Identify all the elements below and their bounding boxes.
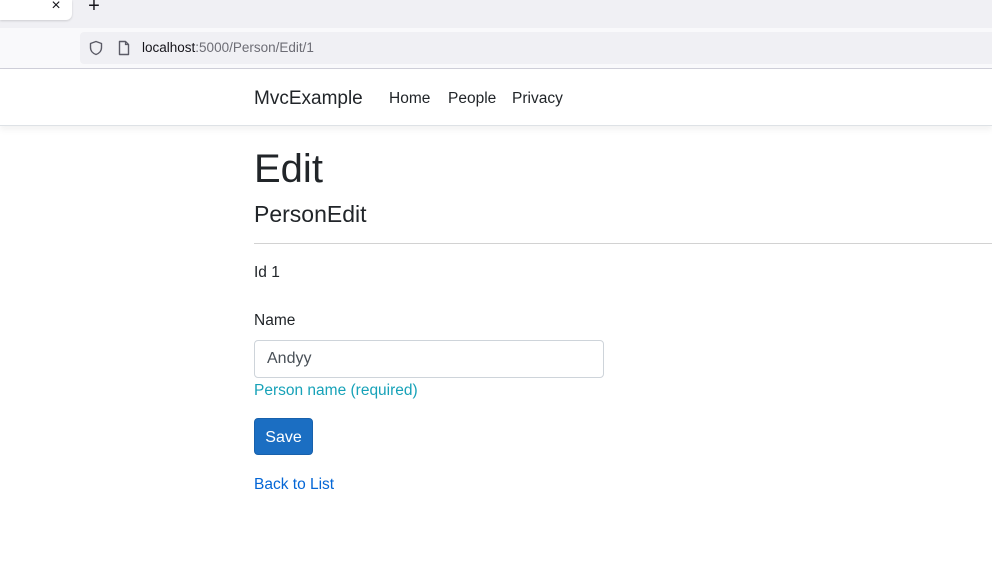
id-label: Id bbox=[254, 264, 267, 281]
save-button[interactable]: Save bbox=[254, 418, 313, 455]
shield-icon[interactable] bbox=[88, 40, 104, 56]
id-value: 1 bbox=[271, 264, 280, 281]
name-input-value: Andyy bbox=[267, 350, 312, 367]
url-host: localhost bbox=[142, 40, 196, 55]
active-tab[interactable]: × bbox=[0, 0, 72, 20]
page-title: Edit bbox=[254, 147, 323, 191]
url-path: :5000/Person/Edit/1 bbox=[195, 40, 314, 55]
navbar-brand[interactable]: MvcExample bbox=[254, 87, 363, 111]
address-bar[interactable]: localhost:5000/Person/Edit/1 bbox=[80, 32, 992, 64]
url-text[interactable]: localhost:5000/Person/Edit/1 bbox=[142, 40, 314, 56]
nav-home[interactable]: Home bbox=[389, 89, 430, 109]
name-input[interactable]: Andyy bbox=[254, 340, 604, 378]
page-icon[interactable] bbox=[116, 40, 132, 56]
browser-toolbar: localhost:5000/Person/Edit/1 bbox=[0, 28, 992, 69]
site-navbar: MvcExample Home People Privacy bbox=[0, 69, 992, 126]
close-icon[interactable]: × bbox=[48, 0, 64, 15]
divider bbox=[254, 243, 992, 244]
page-subtitle: PersonEdit bbox=[254, 201, 367, 227]
nav-people[interactable]: People bbox=[448, 89, 496, 109]
name-hint: Person name (required) bbox=[254, 382, 418, 399]
tab-strip: × + bbox=[0, 0, 992, 28]
name-label: Name bbox=[254, 312, 296, 329]
back-to-list-link[interactable]: Back to List bbox=[254, 475, 334, 495]
id-display: Id 1 bbox=[254, 263, 280, 283]
plus-icon[interactable]: + bbox=[84, 0, 104, 16]
nav-privacy[interactable]: Privacy bbox=[512, 89, 563, 109]
